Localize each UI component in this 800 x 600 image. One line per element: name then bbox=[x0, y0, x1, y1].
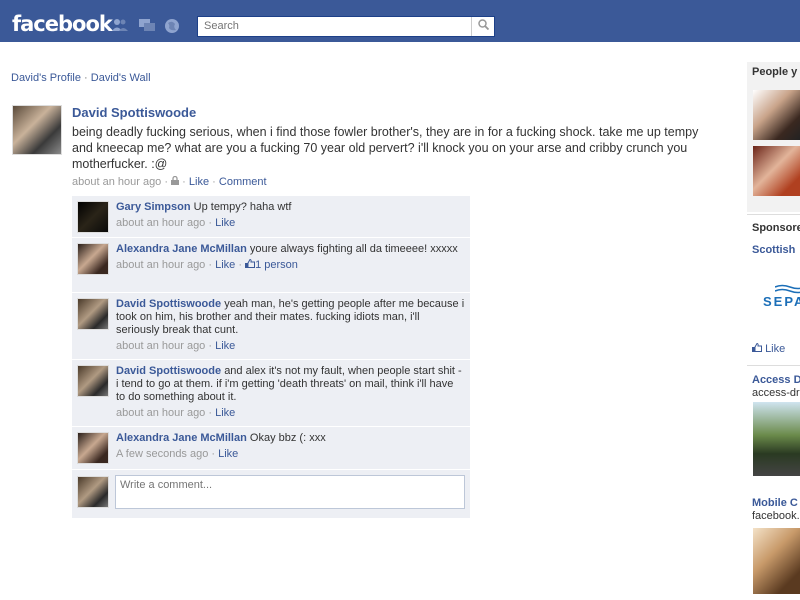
suggested-person-photo[interactable] bbox=[753, 90, 800, 140]
comment-item: Gary Simpson Up tempy? haha wtf about an… bbox=[72, 196, 470, 238]
comment-timestamp: about an hour ago bbox=[116, 407, 206, 419]
suggested-person-photo[interactable] bbox=[753, 146, 800, 196]
thumbs-up-icon bbox=[752, 342, 762, 355]
comment-timestamp: about an hour ago bbox=[116, 340, 206, 352]
write-comment-row bbox=[72, 470, 470, 518]
current-user-avatar bbox=[77, 476, 109, 508]
search-input[interactable] bbox=[198, 17, 474, 35]
post-comment-link[interactable]: Comment bbox=[219, 176, 267, 188]
breadcrumb-profile-link[interactable]: David's Profile bbox=[11, 72, 81, 84]
comment-text: Okay bbz (: xxx bbox=[249, 432, 326, 444]
friend-requests-icon[interactable] bbox=[112, 18, 128, 32]
comment-text: youre always fighting all da timeeee! xx… bbox=[249, 243, 458, 255]
ad-like-link[interactable]: Like bbox=[752, 342, 786, 355]
comment-item: David Spottiswoode yeah man, he's gettin… bbox=[72, 293, 470, 360]
notifications-icon[interactable] bbox=[164, 18, 180, 33]
commenter-avatar[interactable] bbox=[77, 298, 109, 330]
sponsored-heading: Sponsore bbox=[752, 222, 800, 234]
comment-timestamp: A few seconds ago bbox=[116, 448, 209, 460]
comment-likes-count[interactable]: 1 person bbox=[245, 258, 298, 271]
post-meta: about an hour ago · · Like · Comment bbox=[72, 175, 702, 188]
comment-like-link[interactable]: Like bbox=[218, 448, 238, 460]
meta-separator: · bbox=[164, 176, 169, 188]
breadcrumb: David's Profile · David's Wall bbox=[11, 72, 151, 84]
comment-like-link[interactable]: Like bbox=[215, 217, 235, 229]
post-message: being deadly fucking serious, when i fin… bbox=[72, 125, 699, 171]
commenter-name[interactable]: Alexandra Jane McMillan bbox=[116, 243, 247, 255]
ad-image-person[interactable] bbox=[753, 528, 800, 594]
commenter-avatar[interactable] bbox=[77, 243, 109, 275]
ad-image-car[interactable] bbox=[753, 402, 800, 476]
ad-like-label: Like bbox=[765, 343, 786, 355]
search-icon bbox=[477, 19, 489, 33]
privacy-lock-icon[interactable] bbox=[171, 175, 180, 188]
post-timestamp: about an hour ago bbox=[72, 176, 162, 188]
breadcrumb-wall-link[interactable]: David's Wall bbox=[91, 72, 151, 84]
comment-text: Up tempy? haha wtf bbox=[193, 201, 292, 213]
ad-url-mobile: facebook. bbox=[752, 510, 800, 522]
commenter-avatar[interactable] bbox=[77, 365, 109, 397]
likes-count-label: 1 person bbox=[255, 259, 298, 271]
post-author-name[interactable]: David Spottiswoode bbox=[72, 105, 702, 120]
comment-item: David Spottiswoode and alex it's not my … bbox=[72, 360, 470, 427]
commenter-name[interactable]: Gary Simpson bbox=[116, 201, 191, 213]
post-body: David Spottiswoode being deadly fucking … bbox=[72, 105, 702, 188]
ad-url-access: access-dri bbox=[752, 387, 800, 399]
people-heading: People y bbox=[752, 66, 798, 78]
commenter-name[interactable]: Alexandra Jane McMillan bbox=[116, 432, 247, 444]
comment-timestamp: about an hour ago bbox=[116, 217, 206, 229]
comment-like-link[interactable]: Like bbox=[215, 407, 235, 419]
meta-separator: · bbox=[212, 176, 216, 188]
top-bar: facebook bbox=[0, 0, 800, 42]
search-button[interactable] bbox=[471, 17, 494, 36]
breadcrumb-separator: · bbox=[84, 72, 88, 84]
comment-timestamp: about an hour ago bbox=[116, 259, 206, 271]
right-sidebar: People y Sponsore Scottish SEPA Like Acc… bbox=[747, 62, 800, 600]
comment-list: Gary Simpson Up tempy? haha wtf about an… bbox=[72, 196, 470, 518]
commenter-avatar[interactable] bbox=[77, 201, 109, 233]
post-like-link[interactable]: Like bbox=[189, 176, 209, 188]
search-box bbox=[197, 16, 495, 37]
comment-like-link[interactable]: Like bbox=[215, 259, 235, 271]
sepa-logo[interactable]: SEPA bbox=[757, 284, 800, 314]
wave-icon bbox=[774, 284, 800, 294]
facebook-logo[interactable]: facebook bbox=[12, 12, 113, 36]
sidebar-divider bbox=[747, 365, 800, 366]
commenter-name[interactable]: David Spottiswoode bbox=[116, 298, 221, 310]
comment-item: Alexandra Jane McMillan Okay bbz (: xxx … bbox=[72, 427, 470, 470]
post-author-avatar[interactable] bbox=[12, 105, 62, 155]
write-comment-input[interactable] bbox=[115, 475, 465, 509]
meta-separator: · bbox=[182, 176, 186, 188]
thumbs-up-icon bbox=[245, 258, 256, 271]
ad-title-scottish[interactable]: Scottish bbox=[752, 244, 795, 256]
ad-title-mobile[interactable]: Mobile C bbox=[752, 497, 798, 509]
ad-title-access[interactable]: Access D bbox=[752, 374, 800, 386]
comment-like-link[interactable]: Like bbox=[215, 340, 235, 352]
commenter-name[interactable]: David Spottiswoode bbox=[116, 365, 221, 377]
sidebar-divider bbox=[747, 214, 800, 215]
commenter-avatar[interactable] bbox=[77, 432, 109, 464]
sepa-logo-text: SEPA bbox=[763, 294, 800, 309]
comment-item: Alexandra Jane McMillan youre always fig… bbox=[72, 238, 470, 293]
messages-icon[interactable] bbox=[139, 18, 155, 32]
